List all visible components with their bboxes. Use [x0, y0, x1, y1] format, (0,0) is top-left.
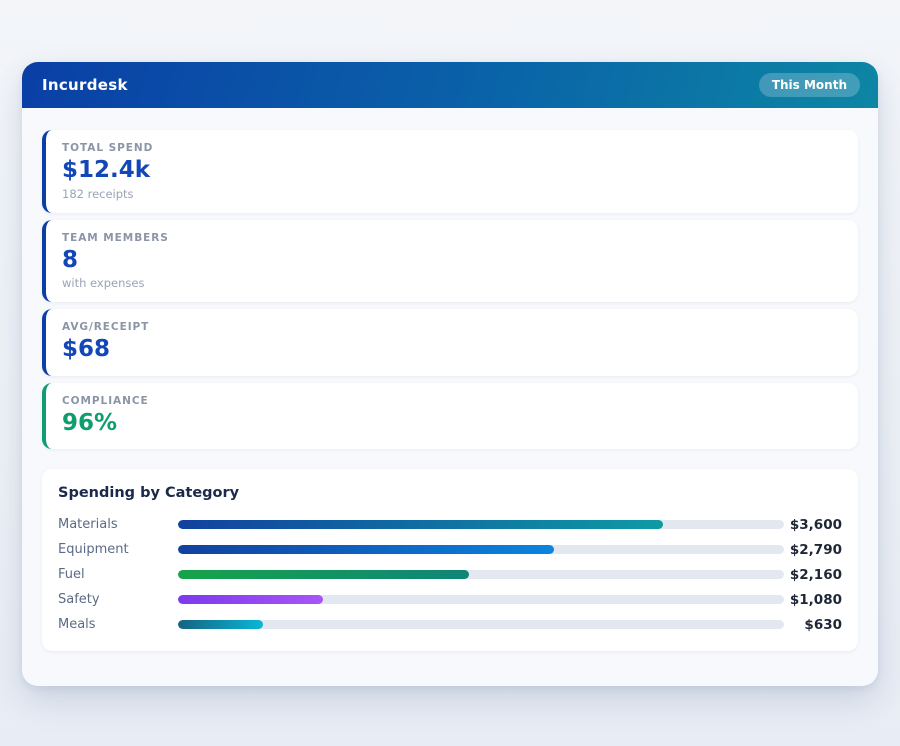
stat-card-list: TOTAL SPEND $12.4k 182 receipts TEAM MEM…	[42, 130, 858, 450]
period-badge[interactable]: This Month	[758, 73, 860, 97]
category-value: $630	[804, 616, 842, 633]
category-row: Materials $3,600	[58, 512, 842, 537]
dashboard-content: TOTAL SPEND $12.4k 182 receipts TEAM MEM…	[22, 108, 878, 674]
stat-label: COMPLIANCE	[62, 394, 149, 407]
category-bar-track	[178, 595, 784, 605]
category-label: Equipment	[58, 542, 129, 558]
category-bar-track	[178, 545, 784, 555]
category-bar-fill	[178, 595, 324, 605]
stat-label: TOTAL SPEND	[62, 142, 154, 154]
page-background: Incurdesk This Month TOTAL SPEND $12.4k …	[0, 0, 900, 746]
stat-card: TOTAL SPEND $12.4k 182 receipts	[42, 130, 858, 213]
category-row: Fuel $2,160	[58, 562, 842, 587]
stat-sub: 182 receipts	[62, 186, 134, 201]
category-bar-fill	[178, 545, 554, 555]
stat-card: COMPLIANCE 96%	[42, 382, 858, 450]
stat-value: $12.4k	[62, 157, 151, 183]
category-bar-fill	[178, 620, 263, 630]
category-value: $2,790	[789, 541, 842, 558]
stat-value: 96%	[62, 409, 118, 436]
category-label: Meals	[58, 617, 96, 633]
category-bar-fill	[178, 570, 469, 580]
app-title: Incurdesk	[42, 76, 128, 94]
stat-label: TEAM MEMBERS	[62, 231, 169, 244]
stat-label: AVG/RECEIPT	[62, 321, 150, 334]
category-value: $3,600	[789, 516, 842, 533]
dashboard-panel: Incurdesk This Month TOTAL SPEND $12.4k …	[22, 62, 878, 686]
app-header: Incurdesk This Month	[22, 62, 878, 108]
category-bar-track	[178, 570, 784, 580]
category-bar-fill	[178, 520, 663, 530]
category-rows: Materials $3,600 Equipment $2,790 Fuel $…	[58, 512, 842, 637]
category-row: Equipment $2,790	[58, 537, 842, 562]
category-value: $1,080	[789, 591, 842, 608]
chart-title: Spending by Category	[58, 485, 240, 502]
stat-value: $68	[62, 336, 111, 363]
category-bar-track	[178, 520, 784, 530]
stat-card: AVG/RECEIPT $68	[42, 309, 858, 376]
category-value: $2,160	[789, 566, 842, 583]
category-row: Meals $630	[58, 612, 842, 637]
spending-chart-card: Spending by Category Materials $3,600 Eq…	[42, 469, 858, 652]
category-label: Safety	[58, 592, 100, 608]
category-bar-track	[178, 620, 784, 630]
stat-value: 8	[62, 246, 79, 273]
stat-card: TEAM MEMBERS 8 with expenses	[42, 219, 858, 303]
category-label: Fuel	[58, 567, 85, 583]
category-row: Safety $1,080	[58, 587, 842, 612]
category-label: Materials	[58, 517, 118, 533]
stat-sub: with expenses	[62, 276, 145, 291]
